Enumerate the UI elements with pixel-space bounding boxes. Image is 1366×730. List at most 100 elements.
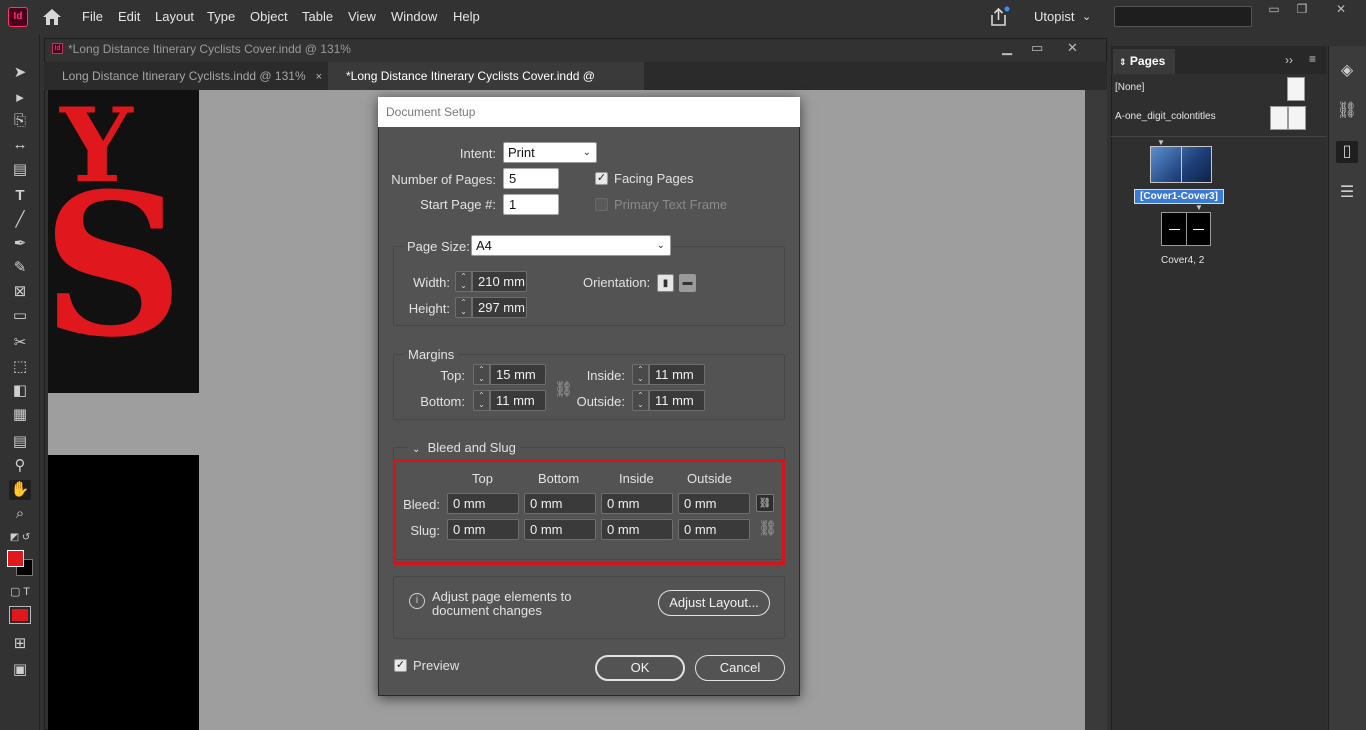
height-stepper[interactable]: ⌃ ⌄ — [455, 297, 472, 318]
height-input[interactable]: 297 mm — [472, 297, 527, 318]
highlight-annotation — [393, 459, 785, 565]
preview-checkbox[interactable]: ✓ — [394, 659, 407, 672]
margin-inside-input[interactable]: 11 mm — [649, 364, 705, 385]
line-tool-icon[interactable]: ╱ — [9, 210, 31, 230]
gap-tool-icon[interactable]: ↔ — [9, 135, 31, 155]
content-collector-icon[interactable]: ▤ — [9, 160, 31, 180]
start-page-input[interactable]: 1 — [503, 194, 559, 215]
vertical-scrollbar[interactable] — [1085, 90, 1107, 730]
chevron-down-icon: ⌄ — [582, 147, 591, 158]
bleed-slug-toggle[interactable]: ⌄ Bleed and Slug — [408, 440, 520, 455]
margin-bottom-stepper[interactable]: ⌃ ⌄ — [473, 390, 490, 411]
primary-text-frame-checkbox[interactable] — [595, 198, 608, 211]
menu-layout[interactable]: Layout — [155, 9, 194, 24]
master-a-left-thumb[interactable] — [1270, 106, 1288, 130]
landscape-orientation-icon[interactable]: ▬ — [679, 274, 696, 292]
close-button[interactable]: ✕ — [1330, 2, 1352, 18]
zoom-tool-icon[interactable]: ⌕ — [9, 504, 31, 524]
sort-icon: ⇕ — [1119, 57, 1127, 67]
panel-menu-icon[interactable]: ≡ — [1309, 52, 1316, 66]
view-mode-icon[interactable]: ▣ — [9, 660, 31, 680]
chevron-down-icon[interactable]: ⌄ — [1082, 10, 1091, 23]
doc-minimize-button[interactable]: ▁ — [1002, 40, 1012, 56]
doc-close-button[interactable]: ✕ — [1067, 40, 1078, 56]
share-icon[interactable] — [988, 6, 1010, 28]
note-tool-icon[interactable]: ▤ — [9, 432, 31, 452]
margins-group — [393, 354, 785, 420]
menu-edit[interactable]: Edit — [118, 9, 140, 24]
workspace-switcher[interactable]: Utopist — [1034, 9, 1074, 24]
preview-label: Preview — [413, 658, 460, 673]
pencil-tool-icon[interactable]: ✎ — [9, 258, 31, 278]
tab-long-distance-cover[interactable]: *Long Distance Itinerary Cyclists Cover.… — [328, 62, 644, 111]
page-tool-icon[interactable]: ⎘ — [9, 111, 31, 131]
master-none-thumb[interactable] — [1287, 77, 1305, 101]
margin-outside-input[interactable]: 11 mm — [649, 390, 705, 411]
menu-file[interactable]: File — [82, 9, 103, 24]
spread-label-cover4-2[interactable]: Cover4, 2 — [1161, 255, 1204, 266]
portrait-orientation-icon[interactable]: ▮ — [657, 274, 674, 292]
formatting-affects-icon[interactable]: ▢ T — [9, 582, 31, 602]
pages-icon[interactable]: ▯ — [1336, 141, 1358, 163]
ok-button[interactable]: OK — [595, 655, 685, 681]
margin-inside-stepper[interactable]: ⌃ ⌄ — [632, 364, 649, 385]
collapse-panel-icon[interactable]: ›› — [1285, 53, 1293, 67]
page-size-value: A4 — [476, 238, 492, 253]
properties-icon[interactable]: ☰ — [1336, 182, 1358, 204]
spread-label-cover1-cover3[interactable]: [Cover1-Cover3] — [1134, 189, 1224, 204]
menu-type[interactable]: Type — [207, 9, 235, 24]
rectangle-tool-icon[interactable]: ▭ — [9, 306, 31, 326]
spread-thumb-cover4-2[interactable] — [1161, 212, 1211, 246]
default-colors-icon[interactable]: ◩ ↺ — [9, 528, 31, 548]
gradient-swatch-tool-icon[interactable]: ◧ — [9, 381, 31, 401]
pen-tool-icon[interactable]: ✒ — [9, 234, 31, 254]
menu-help[interactable]: Help — [453, 9, 480, 24]
width-stepper[interactable]: ⌃ ⌄ — [455, 271, 472, 292]
menu-window[interactable]: Window — [391, 9, 437, 24]
margin-top-stepper[interactable]: ⌃ ⌄ — [473, 364, 490, 385]
eyedropper-tool-icon[interactable]: ⚲ — [9, 456, 31, 476]
margin-top-input[interactable]: 15 mm — [490, 364, 546, 385]
width-input[interactable]: 210 mm — [472, 271, 527, 292]
screen-mode-icon[interactable]: ⊞ — [9, 634, 31, 654]
free-transform-tool-icon[interactable]: ⬚ — [9, 357, 31, 377]
links-icon[interactable]: ⛓ — [1336, 100, 1358, 122]
menu-table[interactable]: Table — [302, 9, 333, 24]
gradient-feather-tool-icon[interactable]: ▦ — [9, 405, 31, 425]
menu-object[interactable]: Object — [250, 9, 288, 24]
scissors-tool-icon[interactable]: ✂ — [9, 333, 31, 353]
menu-view[interactable]: View — [348, 9, 376, 24]
home-icon[interactable] — [41, 7, 63, 27]
page-size-label: Page Size: — [403, 239, 474, 254]
layers-icon[interactable]: ◈ — [1336, 60, 1358, 82]
selection-tool-icon[interactable]: ➤ — [9, 63, 31, 83]
search-input[interactable] — [1114, 6, 1252, 27]
width-label: Width: — [413, 275, 450, 290]
tab-label: Long Distance Itinerary Cyclists.indd @ … — [62, 69, 306, 83]
restore-button[interactable]: ❐ — [1291, 2, 1313, 18]
rectangle-frame-tool-icon[interactable]: ⊠ — [9, 282, 31, 302]
indd-file-icon: Id — [52, 43, 63, 54]
facing-pages-checkbox[interactable]: ✓ — [595, 172, 608, 185]
fill-swatch[interactable] — [7, 550, 24, 567]
master-a-right-thumb[interactable] — [1288, 106, 1306, 130]
page-spread-bottom[interactable] — [48, 455, 199, 730]
close-icon[interactable]: × — [316, 71, 322, 83]
margin-bottom-input[interactable]: 11 mm — [490, 390, 546, 411]
doc-restore-button[interactable]: ▭ — [1031, 40, 1043, 56]
master-none[interactable]: [None] — [1115, 82, 1144, 93]
number-of-pages-input[interactable]: 5 — [503, 168, 559, 189]
direct-selection-tool-icon[interactable]: ▸ — [9, 88, 31, 108]
apply-color-button[interactable] — [9, 606, 31, 624]
page-size-select[interactable]: A4 ⌄ — [471, 235, 671, 256]
intent-select[interactable]: Print ⌄ — [503, 142, 597, 163]
adjust-layout-button[interactable]: Adjust Layout... — [658, 590, 770, 616]
cancel-button[interactable]: Cancel — [695, 655, 785, 681]
master-a-one-digit[interactable]: A-one_digit_colontitles — [1115, 111, 1216, 122]
hand-tool-icon[interactable]: ✋ — [9, 480, 31, 500]
minimize-button[interactable]: ▭ — [1263, 2, 1285, 18]
type-tool-icon[interactable]: T — [9, 186, 31, 206]
spread-thumb-cover1-cover3[interactable] — [1150, 146, 1212, 183]
tab-pages[interactable]: ⇕ Pages — [1113, 49, 1175, 74]
margin-outside-stepper[interactable]: ⌃ ⌄ — [632, 390, 649, 411]
